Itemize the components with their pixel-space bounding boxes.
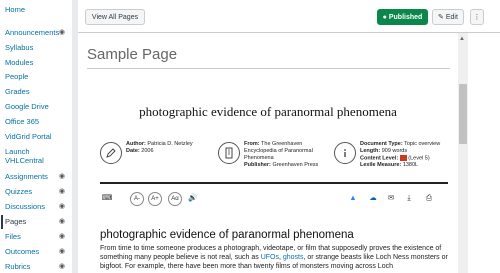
view-all-pages-button[interactable]: View All Pages xyxy=(85,9,145,25)
nav-announcements-label: Announcements xyxy=(5,28,60,37)
google-drive-icon[interactable]: ▲ xyxy=(346,192,360,206)
author-meta: Author: Patricia D. Netzley Date: 2006 xyxy=(126,141,193,155)
speaker-icon[interactable]: 🔊 xyxy=(186,192,200,206)
nav-announcements[interactable]: Announcements ◉ xyxy=(5,28,65,37)
article-body: From time to time someone produces a pho… xyxy=(100,244,448,271)
edit-button[interactable]: ✎ Edit xyxy=(432,9,464,25)
check-circle-icon: ● xyxy=(382,14,387,21)
download-icon[interactable]: ⤓ xyxy=(402,192,416,206)
lexile-value: 1380L xyxy=(402,162,419,169)
eye-icon: ◉ xyxy=(58,173,65,180)
increase-font-button[interactable]: A+ xyxy=(148,192,162,206)
nav-outcomes-label: Outcomes xyxy=(5,247,40,256)
onedrive-icon[interactable]: ☁ xyxy=(366,192,380,206)
pencil-icon: ✎ xyxy=(438,14,444,21)
nav-quizzes[interactable]: Quizzes ◉ xyxy=(5,187,65,196)
ufos-link[interactable]: UFOs xyxy=(261,254,279,261)
article-heading: photographic evidence of paranormal phen… xyxy=(100,229,354,241)
nav-vidgrid-portal[interactable]: VidGrid Portal xyxy=(5,132,65,141)
document-title: photographic evidence of paranormal phen… xyxy=(139,104,397,119)
level-badge-icon xyxy=(399,155,407,161)
eye-icon: ◉ xyxy=(58,218,65,225)
nav-quizzes-label: Quizzes xyxy=(5,187,33,196)
print-icon[interactable]: ⎙ xyxy=(422,192,436,206)
content-scrollbar[interactable] xyxy=(458,33,468,273)
nav-people[interactable]: People xyxy=(5,72,65,81)
nav-discussions-label: Discussions xyxy=(5,202,46,211)
doc-type-label: Document Type: xyxy=(360,141,403,147)
length-value: 909 words xyxy=(381,148,408,154)
pen-icon xyxy=(100,142,122,164)
eye-icon: ◉ xyxy=(58,233,65,240)
publisher-value: Greenhaven Press xyxy=(272,162,319,168)
date-label: Date: xyxy=(126,148,140,154)
scrollbar-thumb[interactable] xyxy=(459,84,467,144)
keyboard-icon[interactable]: ⌨ xyxy=(100,192,114,206)
eye-icon: ◉ xyxy=(58,29,65,36)
building-icon xyxy=(218,142,240,164)
nav-home[interactable]: Home xyxy=(5,5,65,14)
nav-files-label: Files xyxy=(5,232,21,241)
doc-type-value: Topic overview xyxy=(404,141,441,147)
nav-discussions[interactable]: Discussions ◉ xyxy=(5,202,65,211)
source-meta: From: The Greenhaven Encyclopedia of Par… xyxy=(244,141,329,169)
lexile-label: Lexile Measure: xyxy=(360,162,402,169)
nav-rubrics-label: Rubrics xyxy=(5,262,31,271)
nav-pages-label: Pages xyxy=(5,217,27,226)
eye-icon: ◉ xyxy=(58,263,65,270)
eye-icon: ◉ xyxy=(58,188,65,195)
nav-modules[interactable]: Modules xyxy=(5,58,65,67)
author-label: Author: xyxy=(126,141,146,147)
nav-launch[interactable]: Launch xyxy=(5,147,65,156)
publisher-label: Publisher: xyxy=(244,162,271,168)
info-icon xyxy=(334,142,356,164)
page-title: Sample Page xyxy=(87,46,178,63)
page-toolbar: View All Pages ● Published ✎ Edit ⋮ xyxy=(78,0,500,33)
nav-office-365[interactable]: Office 365 xyxy=(5,117,65,126)
published-button[interactable]: ● Published xyxy=(377,9,428,25)
scroll-up-arrow-icon[interactable]: ▲ xyxy=(459,36,465,42)
email-icon[interactable]: ✉ xyxy=(384,192,398,206)
nav-syllabus[interactable]: Syllabus xyxy=(5,43,65,52)
author-value: Patricia D. Netzley xyxy=(147,141,193,147)
nav-assignments[interactable]: Assignments ◉ xyxy=(5,172,65,181)
page-content: View All Pages ● Published ✎ Edit ⋮ Samp… xyxy=(78,0,500,273)
ghosts-link[interactable]: ghosts xyxy=(283,254,304,261)
eye-icon: ◉ xyxy=(58,203,65,210)
nav-pages[interactable]: Pages ◉ xyxy=(5,217,65,226)
nav-google-drive[interactable]: Google Drive xyxy=(5,102,65,111)
content-level-value: (Level 5) xyxy=(408,155,430,162)
nav-outcomes[interactable]: Outcomes ◉ xyxy=(5,247,65,256)
title-divider xyxy=(87,68,450,69)
eye-icon: ◉ xyxy=(58,248,65,255)
font-style-button[interactable]: Aα xyxy=(168,192,182,206)
nav-files[interactable]: Files ◉ xyxy=(5,232,65,241)
document-type-meta: Document Type: Topic overview Length: 90… xyxy=(360,141,455,169)
from-label: From: xyxy=(244,141,260,147)
active-indicator xyxy=(1,215,3,229)
decrease-font-button[interactable]: A- xyxy=(130,192,144,206)
article-divider xyxy=(100,182,448,184)
nav-vhlcentral[interactable]: VHLCentral xyxy=(5,156,65,165)
more-options-button[interactable]: ⋮ xyxy=(470,9,484,25)
nav-grades[interactable]: Grades xyxy=(5,87,65,96)
length-label: Length: xyxy=(360,148,381,154)
nav-rubrics[interactable]: Rubrics ◉ xyxy=(5,262,65,271)
published-label: Published xyxy=(388,14,423,21)
course-navigation: Home Announcements ◉ Syllabus Modules Peo… xyxy=(0,0,72,273)
content-level-label: Content Level: xyxy=(360,155,399,162)
edit-label: Edit xyxy=(445,14,458,21)
date-value: 2006 xyxy=(141,148,154,154)
nav-assignments-label: Assignments xyxy=(5,172,48,181)
